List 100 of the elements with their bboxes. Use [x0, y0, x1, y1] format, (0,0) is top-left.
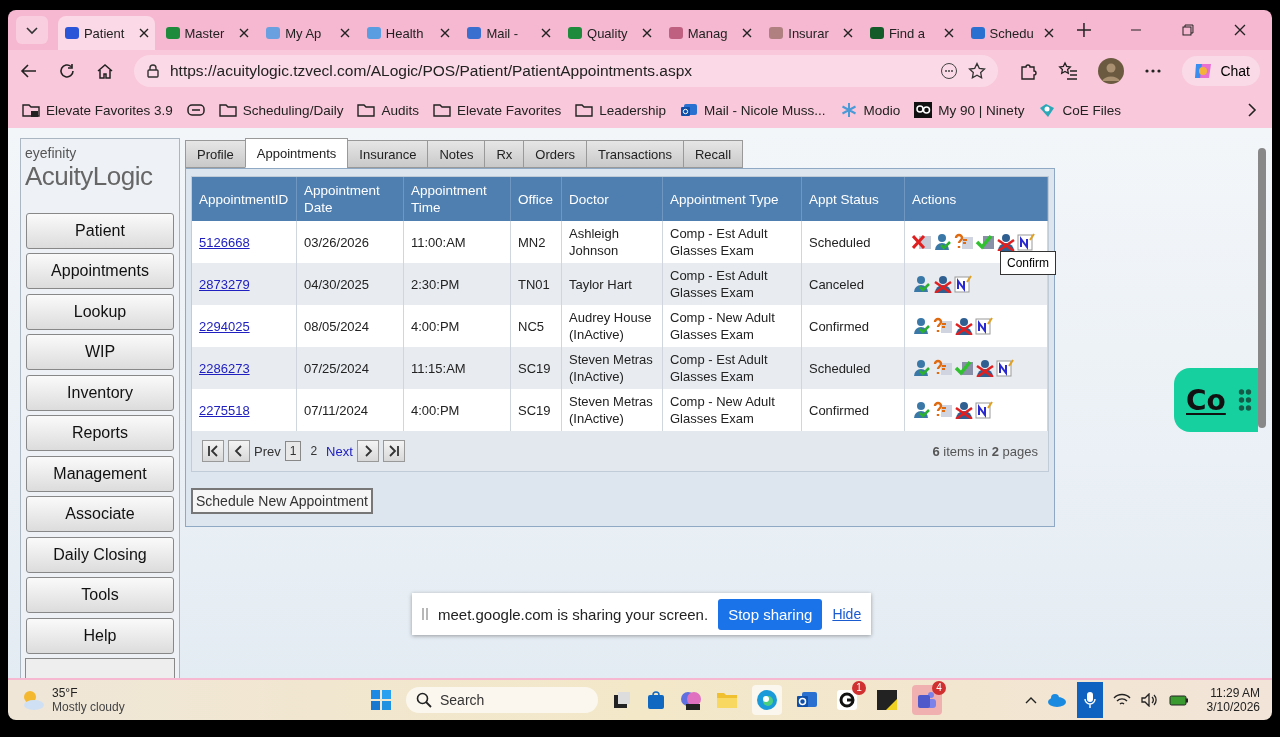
- browser-tab[interactable]: Quality: [561, 16, 658, 50]
- person-cross-icon[interactable]: [933, 275, 953, 294]
- start-icon[interactable]: [370, 689, 392, 711]
- browser-tab[interactable]: Health: [359, 16, 457, 50]
- close-icon[interactable]: [1044, 28, 1055, 38]
- task-view-icon[interactable]: [612, 690, 632, 710]
- microphone-button[interactable]: [1076, 682, 1103, 718]
- bookmark[interactable]: Mail - Nicole Muss...: [680, 102, 826, 118]
- appointment-id-link[interactable]: 2294025: [199, 318, 250, 334]
- favorites-icon[interactable]: [1058, 61, 1079, 81]
- nav-button[interactable]: Lookup: [26, 293, 174, 330]
- nav-button[interactable]: Patient: [26, 212, 174, 249]
- menu-icon[interactable]: [1144, 68, 1163, 74]
- appointment-id-link[interactable]: 2286273: [199, 360, 250, 376]
- puzzle-icon[interactable]: [1018, 61, 1039, 81]
- question-calendar-icon[interactable]: [933, 359, 953, 378]
- person-cross-icon[interactable]: [975, 359, 995, 378]
- chevron-up-icon[interactable]: [1024, 696, 1037, 704]
- teams-icon[interactable]: [916, 689, 938, 711]
- app-icon[interactable]: [836, 689, 858, 711]
- drag-handle-icon[interactable]: [1237, 388, 1252, 412]
- bookmark[interactable]: My 90 | Ninety: [914, 102, 1025, 118]
- new-tab-icon[interactable]: [1076, 22, 1093, 38]
- question-calendar-icon[interactable]: [954, 233, 974, 252]
- more-icon[interactable]: [940, 62, 959, 80]
- tab[interactable]: Rx: [484, 140, 525, 168]
- person-cross-icon[interactable]: [954, 317, 974, 336]
- close-icon[interactable]: [339, 28, 350, 38]
- drag-handle-icon[interactable]: [422, 607, 428, 621]
- nav-button[interactable]: Appointments: [26, 253, 174, 289]
- tab[interactable]: Orders: [523, 140, 588, 168]
- page-number[interactable]: 1: [284, 441, 302, 461]
- cloud-icon[interactable]: [1046, 693, 1067, 707]
- home-icon[interactable]: [96, 62, 114, 80]
- close-icon[interactable]: [138, 28, 149, 38]
- close-icon[interactable]: [440, 28, 451, 38]
- nav-button[interactable]: Associate: [26, 496, 174, 532]
- avatar-icon[interactable]: [1098, 58, 1125, 84]
- bookmark[interactable]: Modio: [839, 102, 901, 118]
- first-page-button[interactable]: [202, 440, 224, 462]
- sticky-notes-icon[interactable]: [876, 689, 898, 711]
- browser-tab[interactable]: Mail -: [460, 16, 558, 50]
- nav-button[interactable]: WIP: [26, 334, 174, 370]
- note-icon[interactable]: [1017, 233, 1035, 252]
- cancel-icon[interactable]: [912, 233, 932, 252]
- browser-tab[interactable]: Manag: [661, 16, 759, 50]
- wifi-icon[interactable]: [1112, 693, 1131, 707]
- person-cross-icon[interactable]: [954, 401, 974, 420]
- next-page-button[interactable]: [356, 440, 379, 462]
- volume-icon[interactable]: [1140, 693, 1159, 707]
- store-icon[interactable]: [646, 690, 666, 710]
- address-bar[interactable]: https://acuitylogic.tzvecl.com/ALogic/POS/Patient/PatientAppointments.aspx: [134, 55, 999, 87]
- person-check-icon[interactable]: [912, 401, 932, 420]
- appointment-id-link[interactable]: 2873279: [199, 276, 250, 292]
- back-icon[interactable]: [20, 62, 38, 80]
- nav-button[interactable]: Help: [26, 617, 174, 654]
- close-icon[interactable]: [641, 28, 652, 38]
- question-calendar-icon[interactable]: [933, 317, 953, 336]
- close-icon[interactable]: [239, 28, 250, 38]
- note-icon[interactable]: [975, 317, 993, 336]
- bookmark-icon[interactable]: [186, 103, 205, 117]
- star-icon[interactable]: [968, 62, 987, 80]
- bookmark[interactable]: Elevate Favorites 3.9: [22, 102, 173, 118]
- person-check-icon[interactable]: [933, 233, 953, 252]
- edge-icon[interactable]: [756, 689, 778, 711]
- stop-sharing-button[interactable]: Stop sharing: [718, 598, 823, 630]
- tab[interactable]: Profile: [185, 140, 246, 168]
- tab[interactable]: Appointments: [244, 138, 349, 168]
- note-icon[interactable]: [954, 275, 972, 294]
- nav-button[interactable]: Tools: [26, 577, 174, 613]
- last-page-button[interactable]: [382, 440, 405, 462]
- person-check-icon[interactable]: [912, 317, 932, 336]
- chat-button[interactable]: Chat: [1182, 56, 1260, 86]
- close-icon[interactable]: [541, 28, 552, 38]
- tab-list-button[interactable]: [16, 16, 48, 44]
- bookmark[interactable]: Audits: [357, 102, 419, 118]
- note-icon[interactable]: [975, 401, 993, 420]
- previous-page-button[interactable]: [228, 440, 250, 462]
- note-icon[interactable]: [996, 359, 1014, 378]
- browser-tab[interactable]: Insurar: [762, 16, 859, 50]
- bookmark[interactable]: Leadership: [575, 102, 667, 118]
- restore-icon[interactable]: [1182, 24, 1194, 36]
- close-icon[interactable]: [842, 28, 853, 38]
- refresh-icon[interactable]: [58, 62, 76, 80]
- check-calendar-icon[interactable]: [975, 233, 995, 252]
- nav-button[interactable]: [25, 658, 175, 678]
- app-icon[interactable]: [680, 689, 702, 711]
- close-icon[interactable]: [1234, 24, 1246, 36]
- person-check-icon[interactable]: [912, 275, 932, 294]
- nav-button[interactable]: Inventory: [26, 374, 174, 411]
- tab[interactable]: Notes: [427, 140, 486, 168]
- bookmark[interactable]: CoE Files: [1038, 102, 1121, 118]
- nav-button[interactable]: Management: [26, 455, 174, 492]
- close-icon[interactable]: [742, 28, 753, 38]
- person-check-icon[interactable]: [912, 359, 932, 378]
- bookmark[interactable]: Scheduling/Daily: [218, 102, 344, 118]
- nav-button[interactable]: Daily Closing: [26, 536, 174, 573]
- browser-tab[interactable]: Patient: [57, 16, 155, 50]
- close-icon[interactable]: [943, 28, 954, 38]
- browser-tab[interactable]: Find a: [862, 16, 960, 50]
